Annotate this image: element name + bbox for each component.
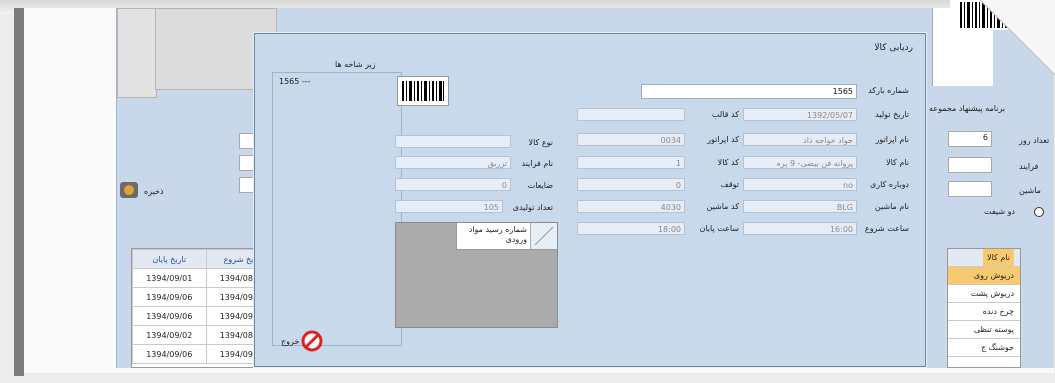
item-code-label: کد کالا bbox=[717, 158, 739, 167]
tree-title: زیر شاخه ها bbox=[335, 60, 376, 69]
item-tracking-dialog: ردیابی کالا زیر شاخه ها 1565 --- شماره ب… bbox=[254, 33, 926, 367]
item-col-header[interactable]: نام کالا bbox=[948, 249, 1020, 267]
exit-icon bbox=[301, 330, 323, 352]
list-item[interactable]: چرخ دنده bbox=[948, 303, 1020, 321]
machine-name-field[interactable]: BLG bbox=[743, 200, 857, 213]
exit-button[interactable]: خروج bbox=[281, 330, 341, 352]
grid-corner[interactable] bbox=[530, 223, 557, 249]
table-cell[interactable]: 1394/09/01 bbox=[132, 268, 207, 288]
stop-label: توقف bbox=[720, 180, 739, 189]
operator-code-field[interactable]: 0034 bbox=[577, 133, 685, 146]
barcode-label: شماره بارکد bbox=[868, 86, 909, 95]
item-name-field[interactable]: پروانه فن بیضی- 9 پره bbox=[743, 156, 857, 169]
machine-name-label: نام ماشین bbox=[874, 202, 909, 211]
waste-label: ضایعات bbox=[527, 181, 553, 190]
stop-field[interactable]: 0 bbox=[577, 178, 685, 191]
machine-input[interactable] bbox=[948, 181, 992, 197]
rework-label: دوباره کاری bbox=[869, 180, 909, 189]
start-time-label: ساعت شروع bbox=[864, 224, 909, 233]
machine-label: ماشین bbox=[1019, 186, 1041, 195]
item-name-label: نام کالا bbox=[886, 158, 909, 167]
barcode-icon bbox=[397, 76, 449, 106]
receipt-col-header[interactable]: شماره رسید مواد ورودی bbox=[456, 223, 557, 250]
process-name-label: نام فرایند bbox=[521, 159, 553, 168]
days-input[interactable]: 6 bbox=[948, 131, 992, 147]
dialog-title: ردیابی کالا bbox=[874, 43, 913, 53]
operator-name-field[interactable]: جواد خواجه داد bbox=[743, 133, 857, 146]
shift-radio[interactable] bbox=[1034, 207, 1044, 217]
end-time-field[interactable]: 18:00 bbox=[577, 222, 685, 235]
receipt-grid[interactable]: شماره رسید مواد ورودی bbox=[395, 222, 558, 328]
program-label: برنامه پیشنهاد مجموعه bbox=[929, 104, 1006, 113]
list-item[interactable]: پوسته تنظی bbox=[948, 321, 1020, 339]
barcode-input[interactable]: 1565 bbox=[641, 84, 857, 99]
item-type-label: نوع کالا bbox=[528, 138, 553, 147]
operator-name-label: نام اپراتور bbox=[875, 135, 909, 144]
days-label: تعداد روز bbox=[1019, 136, 1050, 145]
start-time-field[interactable]: 16:00 bbox=[743, 222, 857, 235]
list-item[interactable]: دریوش روی bbox=[948, 267, 1020, 285]
background-top-grid-scroll[interactable] bbox=[117, 8, 157, 98]
receipt-header-text: شماره رسید مواد ورودی bbox=[468, 225, 527, 244]
prod-date-field[interactable]: 1392/05/07 bbox=[743, 108, 857, 121]
two-shift-label: دو شیفت bbox=[984, 207, 1015, 216]
machine-code-field[interactable]: 4030 bbox=[577, 200, 685, 213]
end-time-label: ساعت پایان bbox=[699, 224, 739, 233]
save-icon[interactable] bbox=[116, 178, 144, 202]
production-count-field[interactable]: 105 bbox=[395, 200, 503, 213]
table-cell[interactable]: 1394/09/06 bbox=[132, 287, 207, 307]
page-curl bbox=[979, 0, 1055, 76]
process-name-field[interactable]: تزریق bbox=[395, 156, 511, 169]
table-cell[interactable]: 1394/09/06 bbox=[132, 306, 207, 326]
outer-frame-left bbox=[14, 8, 24, 376]
production-count-label: تعداد تولیدی bbox=[512, 203, 553, 212]
item-code-field[interactable]: 1 bbox=[577, 156, 685, 169]
subbranch-tree[interactable]: 1565 --- bbox=[272, 72, 402, 346]
table-cell[interactable]: 1394/09/06 bbox=[132, 344, 207, 364]
machine-code-label: کد ماشین bbox=[706, 202, 739, 211]
table-cell[interactable]: 1394/09/02 bbox=[132, 325, 207, 345]
list-item[interactable]: دریوش پشت bbox=[948, 285, 1020, 303]
process-input[interactable] bbox=[948, 157, 992, 173]
exit-label: خروج bbox=[281, 337, 300, 346]
operator-code-label: کد اپراتور bbox=[707, 135, 739, 144]
background-item-grid: نام کالا دریوش روی دریوش پشت چرخ دنده پو… bbox=[947, 248, 1021, 368]
list-item[interactable]: جوشنگ ج bbox=[948, 339, 1020, 357]
item-type-field[interactable] bbox=[395, 135, 511, 148]
prod-date-label: تاریخ تولید bbox=[875, 110, 909, 119]
mold-code-field[interactable] bbox=[577, 108, 685, 121]
tree-item[interactable]: 1565 --- bbox=[279, 77, 311, 86]
col-header-end[interactable]: تاریخ پایان bbox=[132, 249, 207, 269]
process-label: فرایند bbox=[1019, 162, 1039, 171]
save-label[interactable]: ذخیره bbox=[144, 187, 164, 196]
mold-code-label: کد قالب bbox=[711, 110, 739, 119]
rework-field[interactable]: no bbox=[743, 178, 857, 191]
waste-field[interactable]: 0 bbox=[395, 178, 511, 191]
